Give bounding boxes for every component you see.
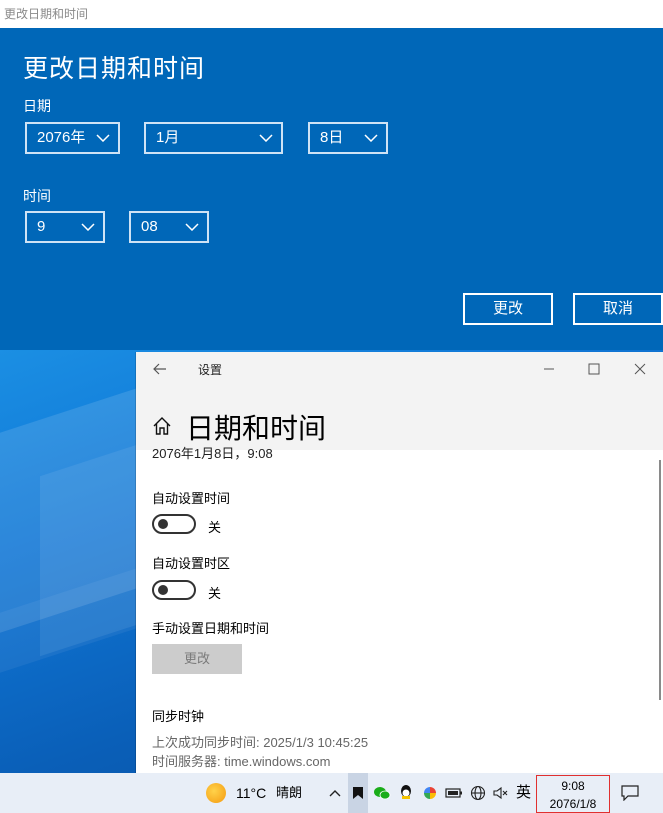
chevron-down-icon (259, 124, 273, 152)
time-server-text: 时间服务器: time.windows.com (152, 754, 331, 769)
sun-icon[interactable] (206, 783, 226, 803)
minute-dropdown[interactable]: 08 (129, 211, 209, 243)
month-dropdown[interactable]: 1月 (144, 122, 283, 154)
month-value: 1月 (156, 129, 180, 146)
battery-icon[interactable] (444, 773, 464, 813)
input-language[interactable]: 英 (516, 773, 531, 813)
dialog-heading: 更改日期和时间 (23, 55, 206, 83)
minimize-button[interactable] (534, 356, 564, 382)
close-button[interactable] (625, 356, 655, 382)
minute-value: 08 (141, 218, 158, 235)
auto-time-toggle[interactable] (152, 514, 196, 534)
colorful-app-icon[interactable] (420, 773, 440, 813)
clock-time: 9:08 (561, 779, 585, 793)
cancel-button[interactable]: 取消 (573, 293, 663, 325)
qq-icon[interactable] (396, 773, 416, 813)
year-dropdown[interactable]: 2076年 (25, 122, 120, 154)
maximize-button[interactable] (579, 356, 609, 382)
settings-titlebar: 设置 日期和时间 (136, 352, 663, 450)
year-value: 2076年 (37, 129, 86, 146)
chevron-down-icon (364, 124, 378, 152)
taskbar-clock[interactable]: 9:08 2076/1/8 (536, 775, 610, 813)
clock-date: 2076/1/8 (549, 797, 597, 811)
notification-icon[interactable] (619, 773, 641, 813)
volume-muted-icon[interactable] (491, 773, 511, 813)
day-value: 8日 (320, 129, 344, 146)
chevron-down-icon (96, 124, 110, 152)
temperature[interactable]: 11°C (236, 773, 266, 813)
home-icon[interactable] (152, 416, 172, 436)
network-icon[interactable] (468, 773, 488, 813)
auto-timezone-label: 自动设置时区 (152, 556, 231, 571)
chevron-down-icon (185, 213, 199, 241)
dialog-window-title: 更改日期和时间 (4, 7, 89, 21)
date-label: 日期 (23, 98, 51, 114)
manual-change-button[interactable]: 更改 (152, 644, 242, 674)
settings-window-title: 设置 (198, 363, 223, 377)
chevron-up-icon[interactable] (326, 773, 344, 813)
settings-window: 设置 日期和时间 2076年1月8日，9:08 自动设置时间 关 自动设置时区 … (136, 352, 663, 773)
app-icon[interactable] (348, 773, 368, 813)
auto-time-state: 关 (208, 520, 222, 535)
current-datetime: 2076年1月8日，9:08 (152, 446, 273, 461)
auto-timezone-toggle[interactable] (152, 580, 196, 600)
time-label: 时间 (23, 188, 51, 204)
dialog-titlebar: 更改日期和时间 (0, 0, 663, 28)
manual-datetime-label: 手动设置日期和时间 (152, 621, 270, 636)
chevron-down-icon (81, 213, 95, 241)
day-dropdown[interactable]: 8日 (308, 122, 388, 154)
scrollbar[interactable] (659, 460, 661, 700)
weather-text[interactable]: 晴朗 (276, 773, 302, 813)
settings-content: 2076年1月8日，9:08 自动设置时间 关 自动设置时区 关 手动设置日期和… (136, 446, 663, 773)
sync-clock-heading: 同步时钟 (152, 709, 205, 724)
change-button[interactable]: 更改 (463, 293, 553, 325)
wechat-icon[interactable] (372, 773, 392, 813)
back-arrow-icon[interactable] (152, 361, 168, 377)
last-sync-text: 上次成功同步时间: 2025/1/3 10:45:25 (152, 735, 369, 750)
change-datetime-dialog: 更改日期和时间 日期 2076年 1月 8日 时间 9 08 更改 取消 (0, 28, 663, 350)
hour-dropdown[interactable]: 9 (25, 211, 105, 243)
hour-value: 9 (37, 218, 46, 235)
auto-time-label: 自动设置时间 (152, 491, 231, 506)
page-title: 日期和时间 (186, 413, 327, 444)
auto-timezone-state: 关 (208, 586, 222, 601)
